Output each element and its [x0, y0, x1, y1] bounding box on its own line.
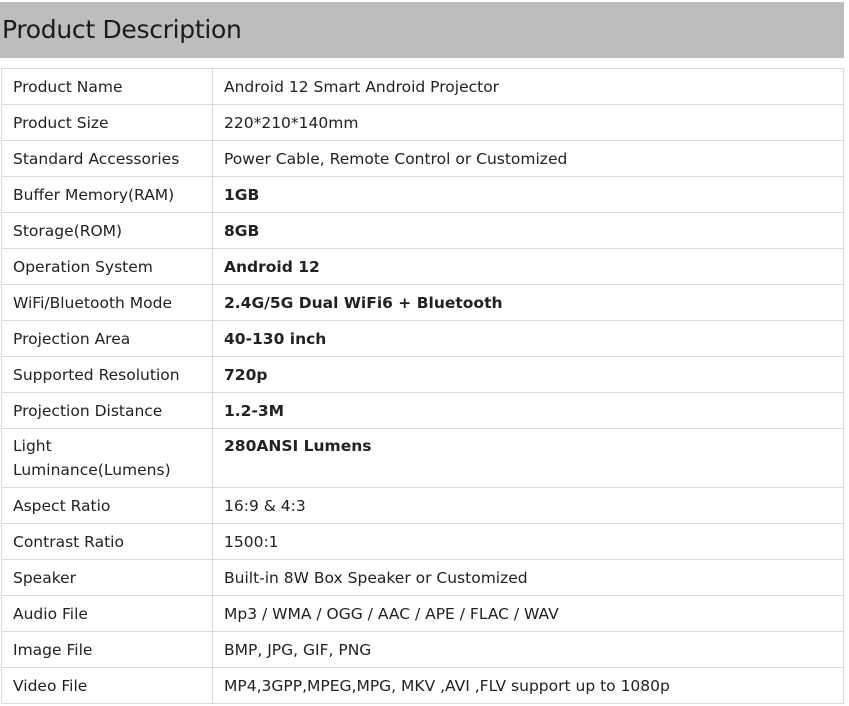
spec-value: Power Cable, Remote Control or Customize…: [212, 140, 844, 177]
spec-value: 280ANSI Lumens: [212, 428, 844, 488]
spec-value: 2.4G/5G Dual WiFi6 + Bluetooth: [212, 284, 844, 321]
spec-label: Buffer Memory(RAM): [1, 176, 213, 213]
spec-label: Projection Distance: [1, 392, 213, 429]
table-row: Storage(ROM) 8GB: [1, 212, 844, 249]
spec-label: Standard Accessories: [1, 140, 213, 177]
spec-value: 220*210*140mm: [212, 104, 844, 141]
product-spec-table: Product Name Android 12 Smart Android Pr…: [1, 68, 844, 704]
table-row: Light Luminance(Lumens) 280ANSI Lumens: [1, 428, 844, 488]
spec-label: Supported Resolution: [1, 356, 213, 393]
page-title: Product Description: [2, 15, 242, 44]
table-row: Standard Accessories Power Cable, Remote…: [1, 140, 844, 177]
table-row: Image File BMP, JPG, GIF, PNG: [1, 631, 844, 668]
table-row: Projection Area 40-130 inch: [1, 320, 844, 357]
spec-label: Projection Area: [1, 320, 213, 357]
table-row: Product Name Android 12 Smart Android Pr…: [1, 68, 844, 105]
spec-value: 40-130 inch: [212, 320, 844, 357]
spec-value: MP4,3GPP,MPEG,MPG, MKV ,AVI ,FLV support…: [212, 667, 844, 704]
spec-label: Storage(ROM): [1, 212, 213, 249]
spec-label: Product Size: [1, 104, 213, 141]
spec-value: Mp3 / WMA / OGG / AAC / APE / FLAC / WAV: [212, 595, 844, 632]
spec-label: Audio File: [1, 595, 213, 632]
spec-value: 1.2-3M: [212, 392, 844, 429]
table-row: Aspect Ratio 16:9 & 4:3: [1, 487, 844, 524]
spec-label: Image File: [1, 631, 213, 668]
spec-value: BMP, JPG, GIF, PNG: [212, 631, 844, 668]
spec-value: 8GB: [212, 212, 844, 249]
spec-value: Built-in 8W Box Speaker or Customized: [212, 559, 844, 596]
spec-label: Light Luminance(Lumens): [1, 428, 213, 488]
spec-label: Speaker: [1, 559, 213, 596]
spec-label: WiFi/Bluetooth Mode: [1, 284, 213, 321]
spec-value: 1GB: [212, 176, 844, 213]
spec-label: Aspect Ratio: [1, 487, 213, 524]
table-row: Video File MP4,3GPP,MPEG,MPG, MKV ,AVI ,…: [1, 667, 844, 704]
table-row: Buffer Memory(RAM) 1GB: [1, 176, 844, 213]
spec-value: Android 12: [212, 248, 844, 285]
spec-label: Product Name: [1, 68, 213, 105]
table-row: Contrast Ratio 1500:1: [1, 523, 844, 560]
table-row: Supported Resolution 720p: [1, 356, 844, 393]
section-header: Product Description: [0, 2, 844, 58]
table-row: Projection Distance 1.2-3M: [1, 392, 844, 429]
table-row: Product Size 220*210*140mm: [1, 104, 844, 141]
spec-value: Android 12 Smart Android Projector: [212, 68, 844, 105]
spec-label: Video File: [1, 667, 213, 704]
table-row: Audio File Mp3 / WMA / OGG / AAC / APE /…: [1, 595, 844, 632]
spec-label: Operation System: [1, 248, 213, 285]
spec-value: 1500:1: [212, 523, 844, 560]
spec-value: 16:9 & 4:3: [212, 487, 844, 524]
table-row: Operation System Android 12: [1, 248, 844, 285]
spec-value: 720p: [212, 356, 844, 393]
spec-label: Contrast Ratio: [1, 523, 213, 560]
table-row: WiFi/Bluetooth Mode 2.4G/5G Dual WiFi6 +…: [1, 284, 844, 321]
table-row: Speaker Built-in 8W Box Speaker or Custo…: [1, 559, 844, 596]
